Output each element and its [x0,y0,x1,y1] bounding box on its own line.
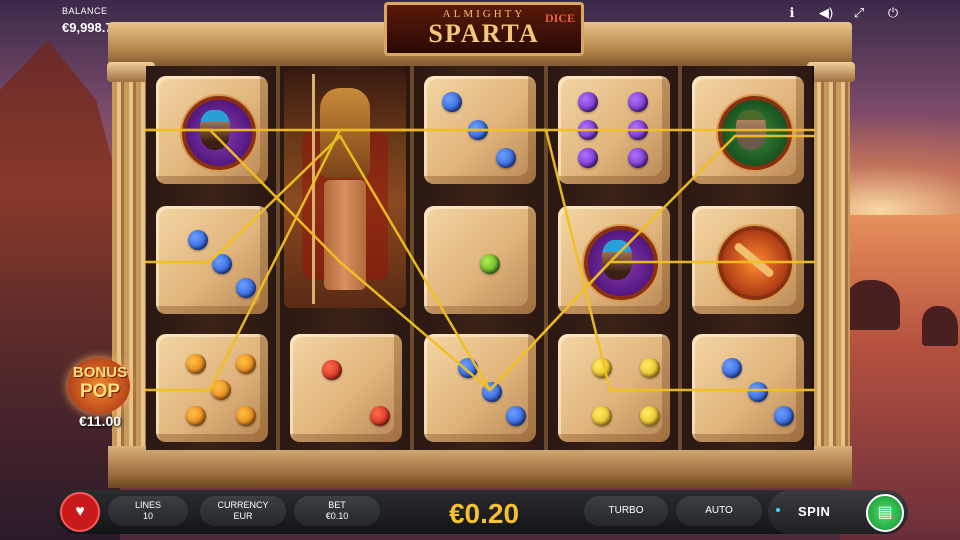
king-portrait [200,110,230,150]
right-pillar-cap [807,62,855,82]
bonus-value: €11.00 [78,413,122,429]
bet-label: BET [328,500,346,510]
symbol-medal-purple-king [558,206,670,314]
symbol-die-3-blue [424,76,536,184]
die-pip [458,358,478,378]
symbol-die-1-green [424,206,536,314]
bonus-label: BONUS [72,364,128,381]
die-pip [236,278,256,298]
king-medal [584,226,658,300]
reel-divider [678,66,682,450]
sea-rock [846,280,900,330]
die-pip [236,406,256,426]
symbol-die-3-blue [156,206,268,314]
symbol-die-6-purple [558,76,670,184]
die-pip [188,230,208,250]
spin-button[interactable]: ▤ [866,494,904,532]
power-icon[interactable]: ⏻ [884,4,902,22]
symbol-die-3-blue [692,334,804,442]
spin-area[interactable]: SPIN ▤ [768,490,908,534]
fullscreen-icon[interactable]: ⤢ [850,4,868,22]
money-icon: ▤ [877,504,893,521]
pop-label: POP [79,381,121,402]
bonus-pop-badge: BONUS POP €11.00 [62,350,138,430]
die-pip [578,120,598,140]
auto-button[interactable]: AUTO [676,496,762,526]
bet-button[interactable]: BET €0.10 [294,496,380,526]
info-icon[interactable]: ℹ [783,4,801,22]
lines-value: 10 [142,511,153,521]
balance-label: BALANCE [62,6,108,16]
paytable-cards-button[interactable]: ♥ [60,492,100,532]
die-pip [592,406,612,426]
lines-label: LINES [134,500,161,510]
die-pip [506,406,526,426]
right-pillar [812,62,850,454]
die-pip [578,148,598,168]
auto-label: AUTO [705,505,733,516]
logo-line-dice: DICE [544,11,575,25]
reel-area [146,66,814,450]
die-pip [212,254,232,274]
spear-medal [718,226,792,300]
die-pip [480,254,500,274]
lines-button[interactable]: LINES 10 [108,496,188,526]
die-pip [628,92,648,112]
die-pip [468,120,488,140]
king-medal [182,96,256,170]
die-pip [186,354,206,374]
reel-divider [410,66,414,450]
spin-label: SPIN [798,504,831,519]
currency-button[interactable]: CURRENCY EUR [200,496,286,526]
control-bar: ♥ LINES 10 CURRENCY EUR BET €0.10 €0.20 … [56,486,908,540]
sea-rock [922,306,958,346]
turbo-button[interactable]: TURBO [584,496,668,526]
die-pip [211,380,231,400]
die-pip [442,92,462,112]
spear-icon [733,241,775,279]
sage-portrait [736,110,766,150]
die-pip [748,382,768,402]
game-logo: ALMIGHTY SPARTA DICE [384,2,584,56]
warrior-armor [320,88,370,178]
warrior-legs [324,180,366,290]
turbo-label: TURBO [608,505,644,516]
total-bet-display: €0.20 [448,498,520,529]
die-pip [628,148,648,168]
reel-divider [544,66,548,450]
die-pip [370,406,390,426]
currency-label: CURRENCY [217,500,269,510]
die-pip [236,354,256,374]
die-pip [578,92,598,112]
cards-heart-icon: ♥ [75,503,85,520]
volume-icon[interactable]: ◀) [817,4,835,22]
warrior-spear [312,74,315,304]
symbol-medal-red-spear [692,206,804,314]
symbol-die-4-yellow [558,334,670,442]
currency-value: EUR [233,511,253,521]
die-pip [322,360,342,380]
temple-base [108,446,852,488]
symbol-die-2-red [290,334,402,442]
spin-indicator-dot [776,508,780,512]
die-pip [496,148,516,168]
symbol-spartan-warrior [284,70,406,308]
die-pip [722,358,742,378]
die-pip [640,358,660,378]
die-pip [186,406,206,426]
die-pip [640,406,660,426]
die-pip [628,120,648,140]
sage-medal [718,96,792,170]
king-portrait [602,240,632,280]
symbol-medal-purple-king [156,76,268,184]
symbol-die-5-orange [156,334,268,442]
symbol-medal-green-sage [692,76,804,184]
die-pip [482,382,502,402]
die-pip [592,358,612,378]
bet-value: €0.10 [325,511,349,521]
die-pip [774,406,794,426]
reel-divider [276,66,280,450]
symbol-die-3-blue [424,334,536,442]
